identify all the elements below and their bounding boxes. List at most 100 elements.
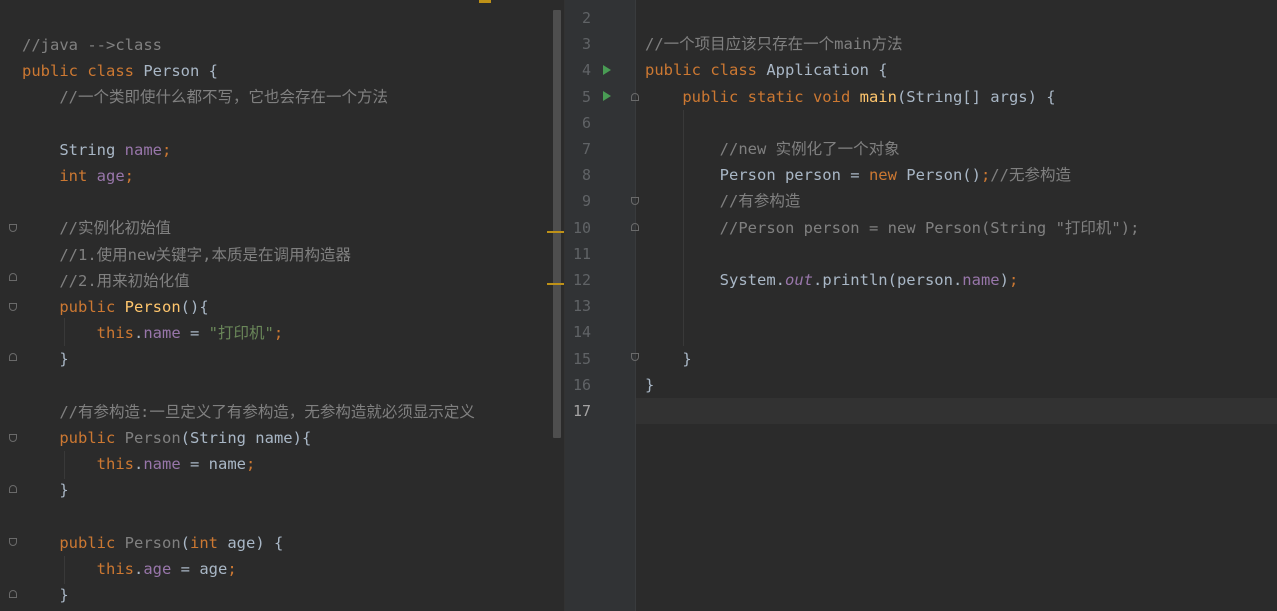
code-token: Person person = (645, 166, 869, 185)
code-text: int age; (22, 163, 134, 189)
code-token: String (22, 140, 125, 159)
code-line[interactable]: } (565, 346, 1277, 372)
fold-marker-icon[interactable] (9, 353, 17, 361)
indent-guide (64, 556, 65, 584)
code-token: (String name){ (180, 429, 312, 447)
code-line[interactable] (0, 504, 564, 530)
code-token: ; (1008, 271, 1019, 289)
code-line[interactable]: System.out.println(person.name); (565, 267, 1277, 293)
fold-marker-icon[interactable] (9, 485, 17, 493)
fold-marker-icon[interactable] (9, 303, 17, 311)
code-line[interactable]: Person person = new Person();//无参构造 (565, 162, 1277, 188)
code-line[interactable] (565, 319, 1277, 345)
vertical-scrollbar[interactable] (553, 10, 561, 438)
code-line[interactable]: String name; (0, 137, 564, 163)
fold-marker-icon[interactable] (9, 590, 17, 598)
code-line[interactable]: this.name = "打印机"; (0, 320, 564, 346)
code-token: name (143, 324, 181, 343)
fold-marker-icon[interactable] (631, 223, 639, 231)
fold-marker-icon[interactable] (631, 353, 639, 361)
code-line[interactable]: public Person(String name){ (0, 425, 564, 451)
code-line[interactable]: public Person(int age) { (0, 530, 564, 556)
code-token: this (96, 560, 134, 578)
code-line[interactable]: //一个类即使什么都不写，它也会存在一个方法 (0, 84, 564, 110)
code-line[interactable] (565, 110, 1277, 136)
warning-stripe-marker[interactable] (547, 231, 564, 233)
code-line[interactable]: public class Application { (565, 57, 1277, 83)
fold-marker-icon[interactable] (9, 434, 17, 442)
fold-marker-icon[interactable] (9, 273, 17, 281)
code-text: //实例化初始值 (22, 215, 171, 241)
code-line[interactable]: //1.使用new关键字,本质是在调用构造器 (0, 242, 564, 268)
code-line[interactable]: } (0, 477, 564, 503)
code-line[interactable]: } (0, 582, 564, 608)
code-line[interactable]: //实例化初始值 (0, 215, 564, 241)
code-token: = (180, 324, 209, 343)
code-text: } (22, 477, 68, 503)
code-token: ; (980, 166, 991, 185)
code-text: this.name = "打印机"; (22, 320, 284, 346)
code-text: this.age = age; (22, 556, 237, 582)
code-line[interactable]: this.age = age; (0, 556, 564, 582)
code-token: main (859, 87, 897, 106)
fold-marker-icon[interactable] (631, 93, 639, 101)
code-line[interactable]: this.name = name; (0, 451, 564, 477)
code-token: ; (124, 167, 134, 185)
code-line[interactable]: } (0, 346, 564, 372)
run-gutter-icon[interactable] (603, 65, 611, 75)
fold-marker-icon[interactable] (631, 197, 639, 205)
fold-marker-icon[interactable] (9, 538, 17, 546)
code-token: //java -->class (22, 36, 162, 54)
code-token: } (22, 350, 69, 369)
code-text: //2.用来初始化值 (22, 268, 189, 294)
code-text: //一个类即使什么都不写，它也会存在一个方法 (22, 84, 388, 110)
code-line[interactable] (0, 111, 564, 137)
right-editor-pane[interactable]: 2 3//一个项目应该只存在一个main方法 4 public class Appli… (565, 0, 1277, 611)
code-text: public static void main(String[] args) { (645, 84, 1055, 110)
code-line[interactable]: int age; (0, 163, 564, 189)
code-line[interactable]: //java -->class (0, 32, 564, 58)
code-line[interactable]: //一个项目应该只存在一个main方法 (565, 31, 1277, 57)
code-text: public class Application { (645, 57, 888, 83)
code-line[interactable]: public class Person { (0, 58, 564, 84)
run-gutter-icon[interactable] (603, 91, 611, 101)
code-token: = age (171, 560, 228, 578)
warning-indicator-icon[interactable] (479, 0, 491, 3)
code-line[interactable] (565, 241, 1277, 267)
code-token: name (143, 455, 181, 474)
code-text: } (645, 346, 691, 372)
code-line[interactable] (0, 189, 564, 215)
warning-stripe-marker[interactable] (547, 283, 564, 285)
code-line[interactable]: } (565, 372, 1277, 398)
code-line[interactable]: public static void main(String[] args) { (565, 84, 1277, 110)
code-line[interactable]: public Person(){ (0, 294, 564, 320)
code-token: . (133, 455, 144, 474)
fold-marker-icon[interactable] (9, 224, 17, 232)
code-token: Application { (766, 61, 888, 80)
code-text: //1.使用new关键字,本质是在调用构造器 (22, 242, 351, 268)
code-token: . (133, 560, 144, 578)
code-line[interactable]: //Person person = new Person(String "打印机… (565, 215, 1277, 241)
code-token: age) { (227, 533, 284, 552)
code-line[interactable]: //new 实例化了一个对象 (565, 136, 1277, 162)
left-editor-pane[interactable]: //java -->class public class Person { //一… (0, 0, 564, 611)
code-line[interactable] (565, 398, 1277, 424)
code-line[interactable] (565, 5, 1277, 31)
code-line[interactable]: //2.用来初始化值 (0, 268, 564, 294)
code-line[interactable]: //有参构造:一旦定义了有参构造，无参构造就必须显示定义 (0, 399, 564, 425)
code-token: ; (227, 560, 237, 578)
code-line[interactable]: //有参构造 (565, 188, 1277, 214)
code-text: //有参构造 (645, 188, 801, 214)
code-token: //无参构造 (990, 166, 1071, 185)
code-token: //一个项目应该只存在一个main方法 (645, 35, 903, 54)
code-line[interactable] (0, 373, 564, 399)
code-text: Person person = new Person();//无参构造 (645, 162, 1071, 188)
code-token: . (133, 324, 144, 343)
code-line[interactable] (565, 293, 1277, 319)
